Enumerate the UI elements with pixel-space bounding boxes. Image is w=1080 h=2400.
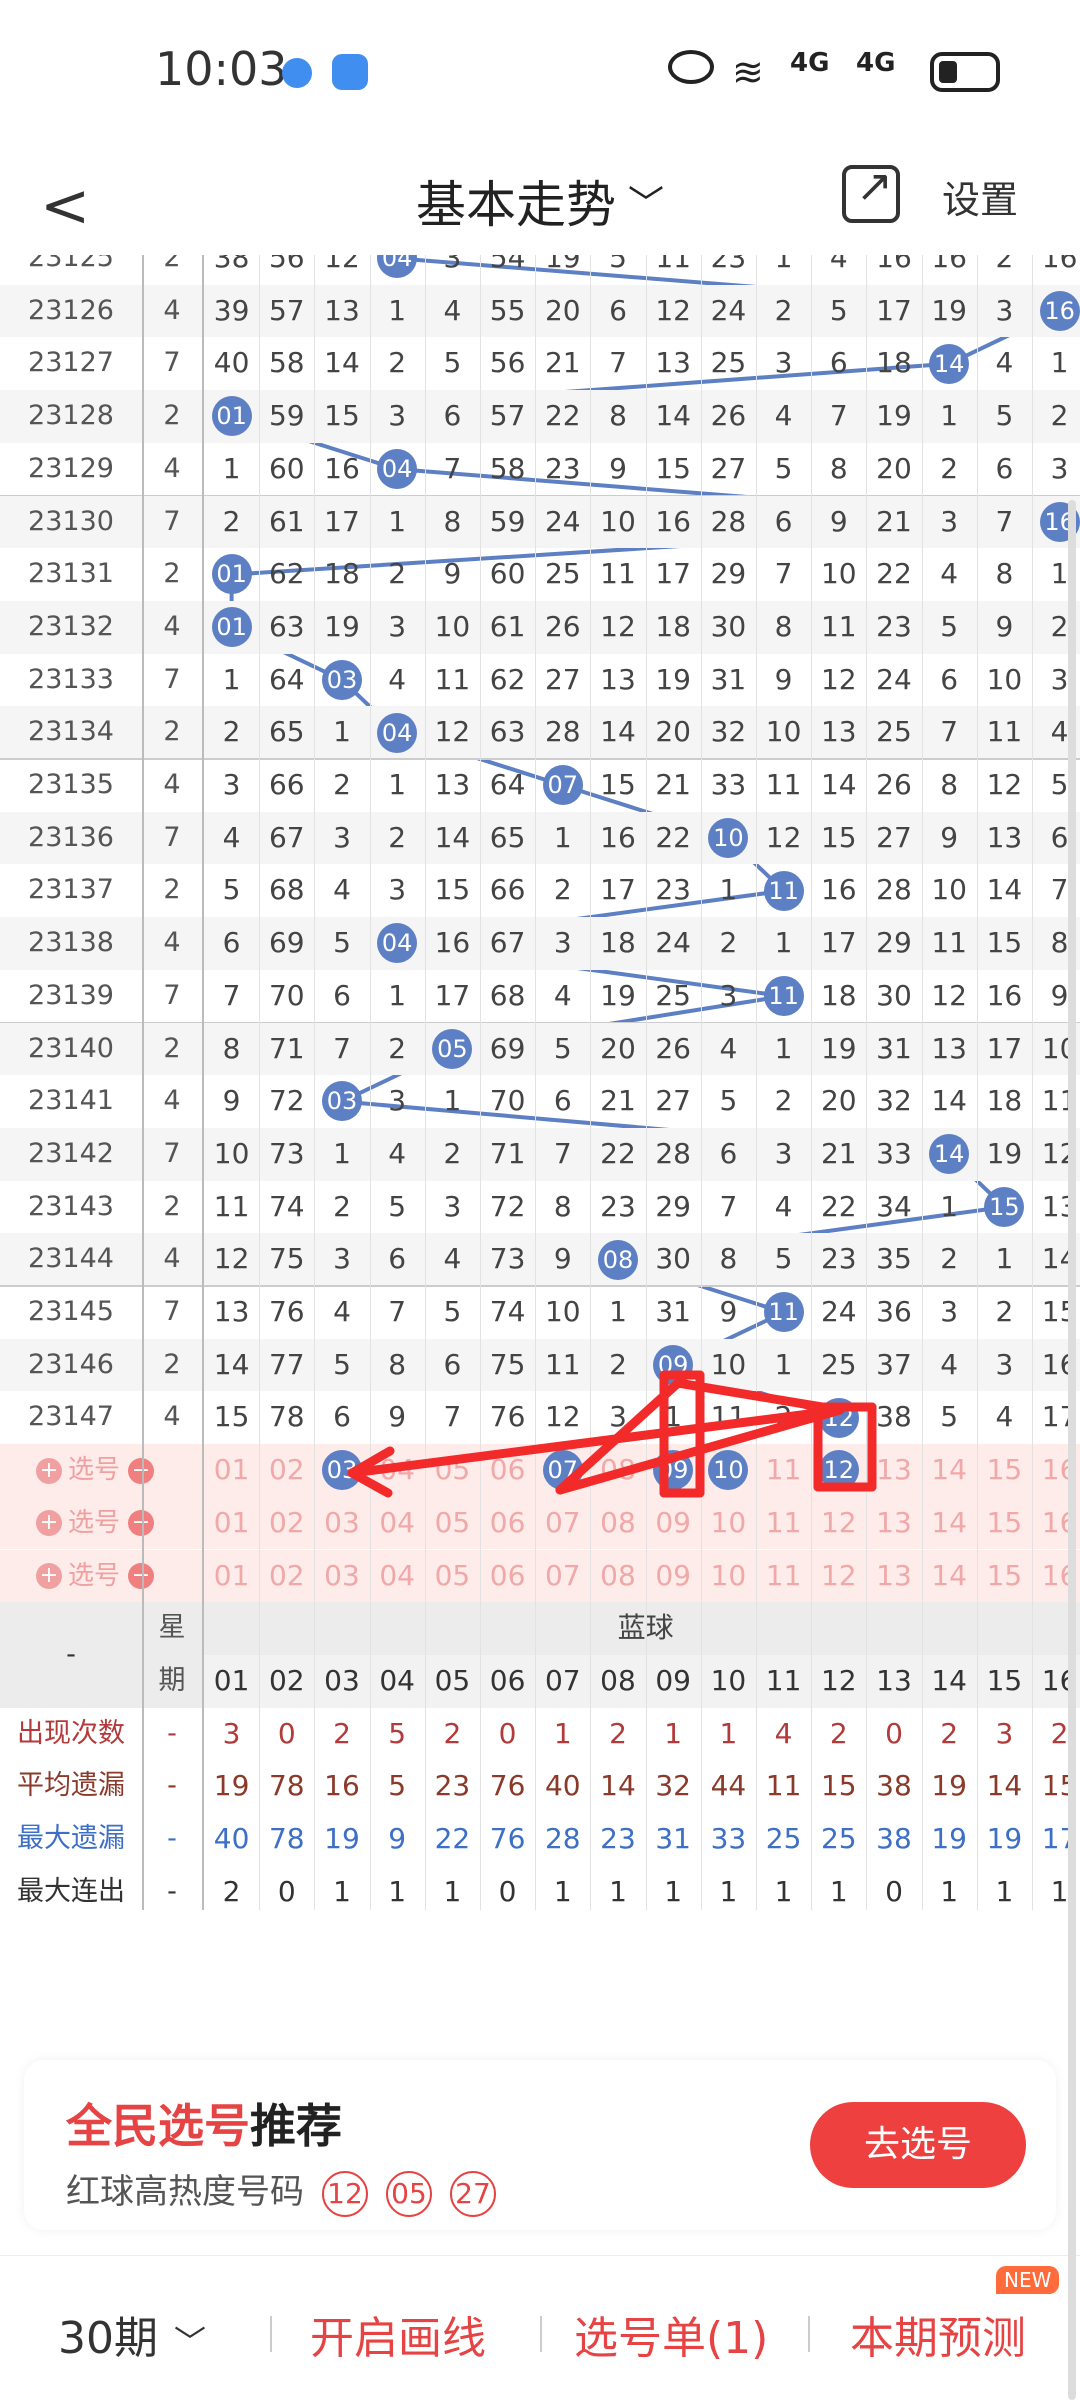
wifi-icon: ≋: [732, 50, 764, 94]
settings-button[interactable]: 设置: [942, 169, 1018, 224]
period-selector[interactable]: 30期 ﹀: [58, 2302, 206, 2366]
signal-icon: 4G: [790, 48, 830, 78]
card-sub-text: 红球高热度号码: [66, 2172, 304, 2212]
app-notification-icon: [282, 58, 312, 88]
status-bar: 10:03 ≋ 4G 4G: [0, 0, 1080, 145]
page-title[interactable]: 基本走势 ﹀: [0, 165, 1080, 237]
share-icon[interactable]: [842, 161, 900, 223]
prediction-button[interactable]: 本期预测: [850, 2302, 1026, 2366]
hot-number: 12: [322, 2171, 368, 2217]
page-title-text: 基本走势: [415, 176, 616, 234]
go-select-button[interactable]: 去选号: [810, 2102, 1026, 2188]
period-label: 30期: [58, 2313, 158, 2364]
red-arrow-line: [347, 1405, 845, 1478]
card-title: 全民选号推荐: [66, 2090, 342, 2156]
eye-icon: [668, 50, 714, 84]
red-arrowhead: [347, 1468, 393, 1498]
status-time: 10:03: [155, 42, 288, 96]
hand-drawn-marks: [347, 1370, 877, 1498]
selection-list-button[interactable]: 选号单(1): [574, 2302, 768, 2366]
signal-icon-2: 4G: [856, 48, 896, 78]
divider: [270, 2316, 272, 2352]
divider: [540, 2316, 542, 2352]
hot-number: 27: [450, 2171, 496, 2217]
card-title-rest: 推荐: [250, 2099, 342, 2153]
trend-chart: 23125 2 38 56 12 04 3 54 19 5 11 23 1 4 16 16 2 16 23126 4 3…: [0, 255, 1080, 1910]
chevron-down-icon: ﹀: [627, 184, 664, 225]
nav-bar: < 基本走势﹀ 设置: [0, 145, 1080, 255]
message-notification-icon: [332, 54, 368, 90]
card-title-red: 全民选号: [66, 2099, 250, 2153]
bottom-bar: 30期 ﹀ 开启画线 选号单(1) 本期预测 NEW: [0, 2255, 1080, 2400]
new-badge: NEW: [996, 2266, 1060, 2294]
chevron-down-icon: ﹀: [174, 2323, 207, 2361]
battery-icon: [930, 52, 1000, 92]
hot-number: 05: [386, 2171, 432, 2217]
card-subtitle: 红球高热度号码 12 05 27: [66, 2164, 496, 2217]
divider: [808, 2316, 810, 2352]
draw-line-button[interactable]: 开启画线: [310, 2302, 486, 2366]
